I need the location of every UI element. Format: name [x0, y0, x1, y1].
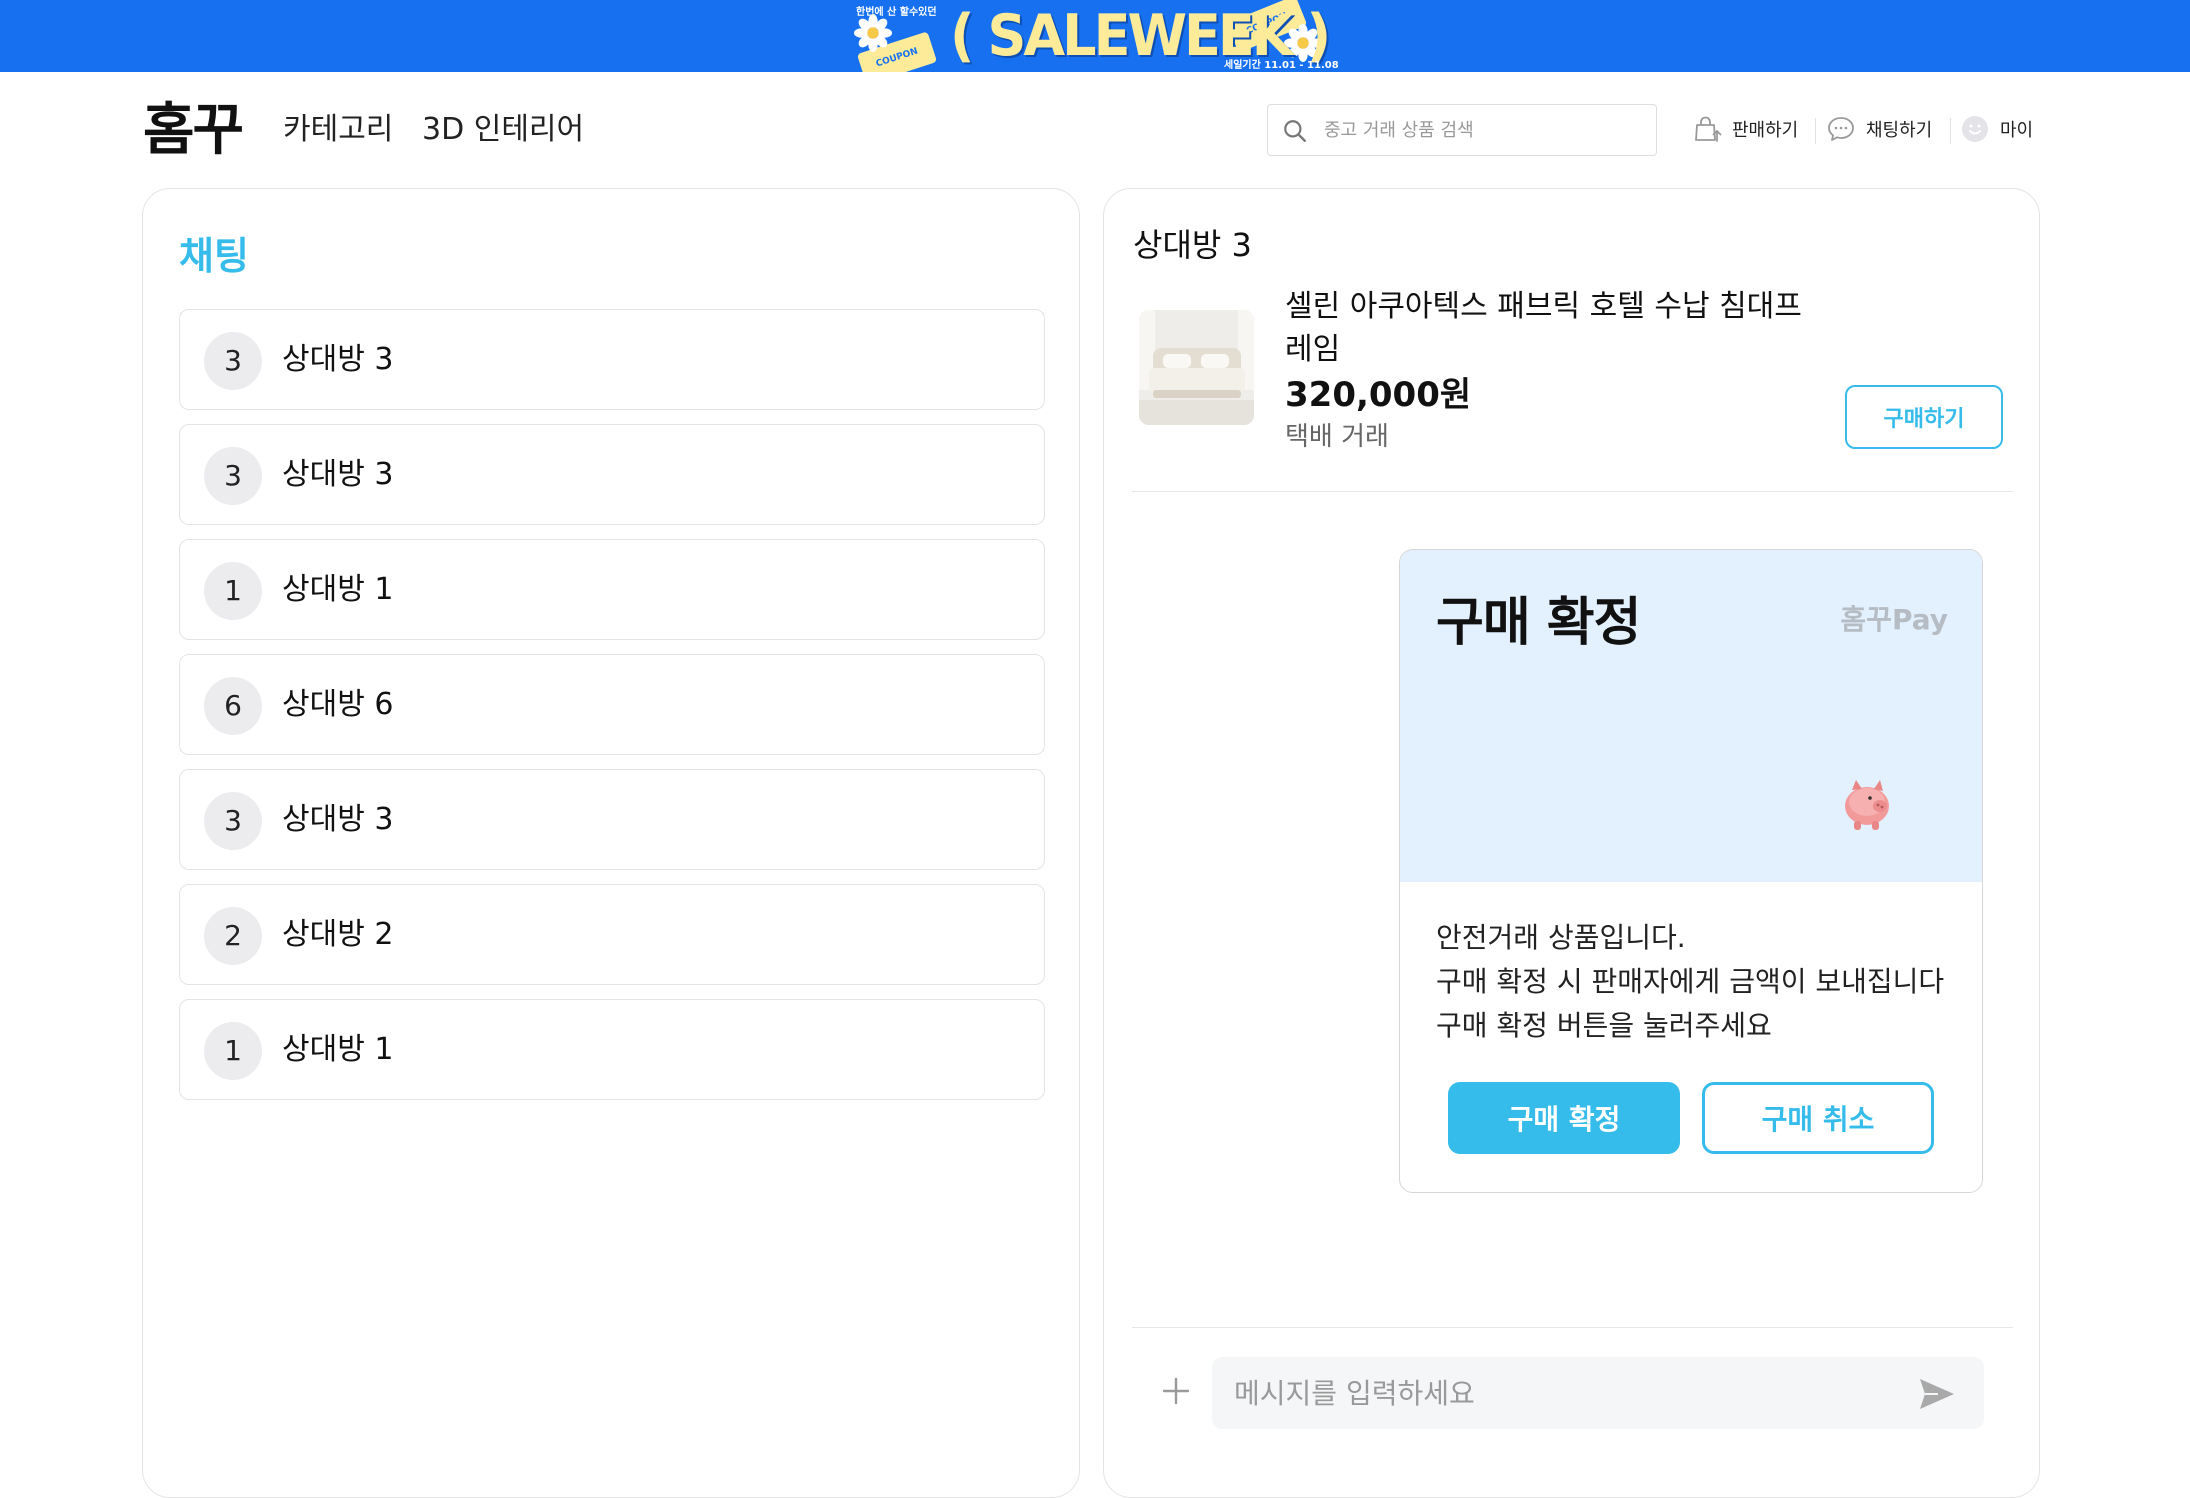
bed-image — [1139, 310, 1254, 425]
chat-label: 채팅하기 — [1866, 120, 1933, 141]
plus-icon[interactable] — [1160, 1375, 1192, 1407]
chat-bubble-icon — [1828, 117, 1854, 141]
room-avatar-badge: 2 — [204, 907, 262, 965]
piggy-bank-icon — [1845, 780, 1889, 830]
message-input[interactable] — [1234, 1373, 1894, 1413]
room-name: 상대방 1 — [282, 572, 394, 607]
room-avatar-badge: 3 — [204, 332, 262, 390]
product-title: 셀린 아쿠아텍스 패브릭 호텔 수납 침대프레임 — [1285, 289, 1802, 367]
room-name: 상대방 1 — [282, 1032, 394, 1067]
send-icon[interactable] — [1918, 1377, 1956, 1411]
chat-room-title: 상대방 3 — [1133, 226, 1252, 264]
room-name: 상대방 3 — [282, 457, 394, 492]
chat-room-item[interactable]: 2 상대방 2 — [179, 884, 1045, 985]
confirm-message-line: 구매 확정 시 판매자에게 금액이 보내집니다 — [1436, 965, 1945, 998]
daisy-icon — [854, 14, 892, 52]
search-input[interactable] — [1324, 115, 1644, 145]
buy-button[interactable]: 구매하기 — [1845, 385, 2003, 449]
search-bar — [1267, 104, 1657, 156]
chat-list-title: 채팅 — [179, 234, 249, 278]
chat-room-panel: 상대방 3 셀린 아쿠아텍스 패브릭 호텔 수납 침대프레임 320,000원 … — [1103, 188, 2040, 1498]
room-avatar-badge: 3 — [204, 792, 262, 850]
room-name: 상대방 2 — [282, 917, 394, 952]
my-link[interactable]: 마이 — [1960, 112, 2033, 146]
composer-divider — [1132, 1327, 2013, 1328]
chat-room-item[interactable]: 1 상대방 1 — [179, 999, 1045, 1100]
purchase-confirm-card: 구매 확정 홈꾸Pay 안전거래 상품입니다. 구매 확정 시 판매자에게 금액… — [1399, 549, 1983, 1193]
room-avatar-badge: 6 — [204, 677, 262, 735]
room-name: 상대방 3 — [282, 802, 394, 837]
room-name: 상대방 3 — [282, 342, 394, 377]
message-composer — [1212, 1357, 1984, 1429]
chat-room-item[interactable]: 3 상대방 3 — [179, 769, 1045, 870]
confirm-card-title: 구매 확정 — [1436, 593, 1641, 653]
header-divider — [1815, 118, 1816, 144]
chat-link[interactable]: 채팅하기 — [1826, 112, 1932, 146]
chat-room-list: 3 상대방 3 3 상대방 3 1 상대방 1 6 상대방 6 3 상대방 3 … — [179, 309, 1045, 1114]
nav-3d-interior[interactable]: 3D 인테리어 — [422, 110, 584, 150]
room-name: 상대방 6 — [282, 687, 394, 722]
chat-room-item[interactable]: 3 상대방 3 — [179, 424, 1045, 525]
confirm-card-message: 안전거래 상품입니다. 구매 확정 시 판매자에게 금액이 보내집니다 구매 확… — [1436, 916, 1956, 1048]
banner-period: 세일기간 11.01 - 11.08 — [1224, 60, 1339, 71]
room-avatar-badge: 3 — [204, 447, 262, 505]
room-avatar-badge: 1 — [204, 562, 262, 620]
header-divider — [1950, 118, 1951, 144]
product-divider — [1132, 491, 2013, 492]
chat-room-item[interactable]: 6 상대방 6 — [179, 654, 1045, 755]
chat-room-item[interactable]: 3 상대방 3 — [179, 309, 1045, 410]
pay-brand-label: 홈꾸Pay — [1840, 603, 1948, 636]
chat-list-panel: 채팅 3 상대방 3 3 상대방 3 1 상대방 1 6 상대방 6 3 상대방… — [142, 188, 1080, 1498]
product-thumbnail[interactable] — [1139, 310, 1254, 425]
top-header: 홈꾸 카테고리 3D 인테리어 판매하기 채팅하기 마이 — [0, 72, 2190, 190]
sell-label: 판매하기 — [1732, 120, 1799, 141]
banner-top-text: 한번에 산 할수있던 — [856, 7, 937, 18]
smile-avatar-icon — [1962, 116, 1988, 142]
confirm-message-line: 안전거래 상품입니다. — [1436, 921, 1686, 954]
room-avatar-badge: 1 — [204, 1022, 262, 1080]
confirm-message-line: 구매 확정 버튼을 눌러주세요 — [1436, 1009, 1772, 1042]
sell-bag-icon — [1695, 116, 1722, 142]
search-icon[interactable] — [1282, 118, 1308, 144]
product-price: 320,000원 — [1285, 375, 1472, 415]
product-delivery-type: 택배 거래 — [1285, 422, 1389, 452]
chat-room-item[interactable]: 1 상대방 1 — [179, 539, 1045, 640]
cancel-purchase-button[interactable]: 구매 취소 — [1702, 1082, 1934, 1154]
sell-link[interactable]: 판매하기 — [1692, 112, 1798, 146]
site-logo[interactable]: 홈꾸 — [143, 98, 244, 164]
banner-content: COUPON COUPON 한번에 산 할수있던 ( SALEWEEK ) 세일… — [850, 0, 1339, 72]
confirm-purchase-button[interactable]: 구매 확정 — [1448, 1082, 1680, 1154]
nav-category[interactable]: 카테고리 — [283, 110, 393, 150]
sale-week-banner[interactable]: COUPON COUPON 한번에 산 할수있던 ( SALEWEEK ) 세일… — [0, 0, 2190, 72]
confirm-card-header: 구매 확정 홈꾸Pay — [1400, 550, 1982, 882]
my-label: 마이 — [2000, 120, 2034, 141]
